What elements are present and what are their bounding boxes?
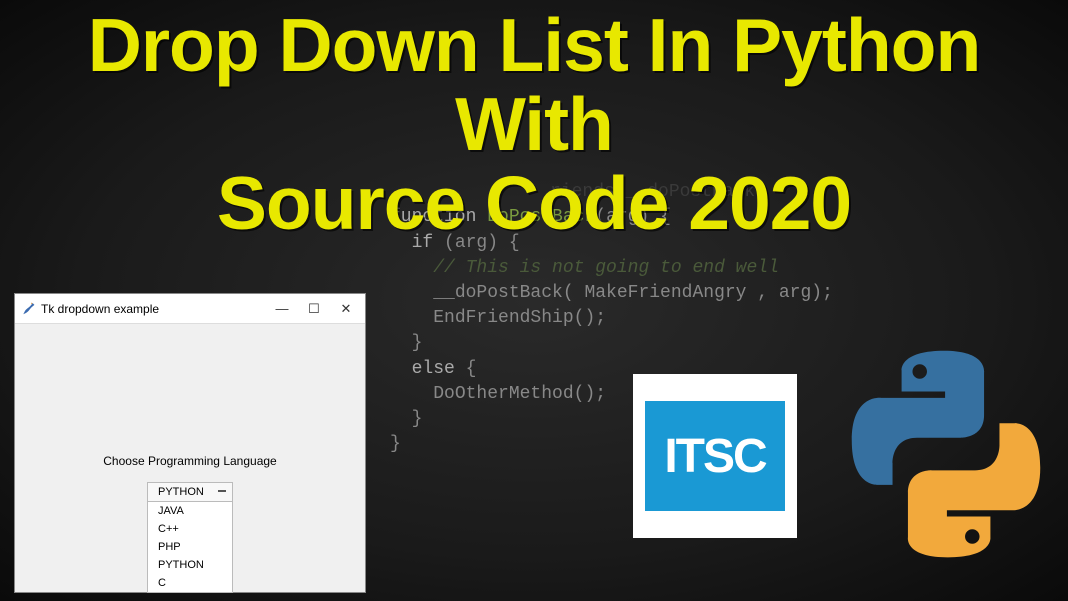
tk-feather-icon: [21, 302, 35, 316]
close-button[interactable]: ✕: [339, 301, 353, 317]
page-headline: Drop Down List In Python With Source Cod…: [0, 0, 1068, 242]
dropdown-selected[interactable]: PYTHON: [147, 482, 233, 502]
code-text: }: [412, 409, 423, 429]
window-body: Choose Programming Language PYTHON JAVA …: [15, 324, 365, 593]
dropdown-option[interactable]: JAVA: [148, 502, 232, 520]
code-text: }: [412, 333, 423, 353]
headline-line-1: Drop Down List In Python With: [0, 6, 1068, 164]
code-text: {: [455, 359, 477, 379]
window-title: Tk dropdown example: [41, 302, 275, 316]
tk-window: Tk dropdown example — ☐ ✕ Choose Program…: [14, 293, 366, 593]
code-keyword: else: [412, 359, 455, 379]
code-text: EndFriendShip();: [433, 308, 606, 328]
code-text: __doPostBack( MakeFriendAngry , arg);: [433, 283, 833, 303]
title-bar: Tk dropdown example — ☐ ✕: [15, 294, 365, 324]
window-controls: — ☐ ✕: [275, 301, 359, 317]
itsc-logo-text: ITSC: [645, 401, 785, 511]
itsc-logo: ITSC: [633, 374, 797, 538]
headline-line-2: Source Code 2020: [0, 164, 1068, 243]
dropdown-label: Choose Programming Language: [55, 454, 325, 468]
dropdown-option[interactable]: PYTHON: [148, 556, 232, 574]
python-logo-icon: [830, 338, 1062, 570]
dropdown-option[interactable]: C++: [148, 520, 232, 538]
dropdown-option[interactable]: PHP: [148, 538, 232, 556]
language-dropdown[interactable]: PYTHON JAVA C++ PHP PYTHON C: [147, 482, 233, 593]
minimize-button[interactable]: —: [275, 301, 289, 317]
code-text: }: [390, 434, 401, 454]
code-comment: // This is not going to end well: [433, 258, 779, 278]
dropdown-list: JAVA C++ PHP PYTHON C: [147, 501, 233, 593]
code-text: DoOtherMethod();: [433, 384, 606, 404]
maximize-button[interactable]: ☐: [307, 301, 321, 317]
dropdown-option[interactable]: C: [148, 574, 232, 592]
